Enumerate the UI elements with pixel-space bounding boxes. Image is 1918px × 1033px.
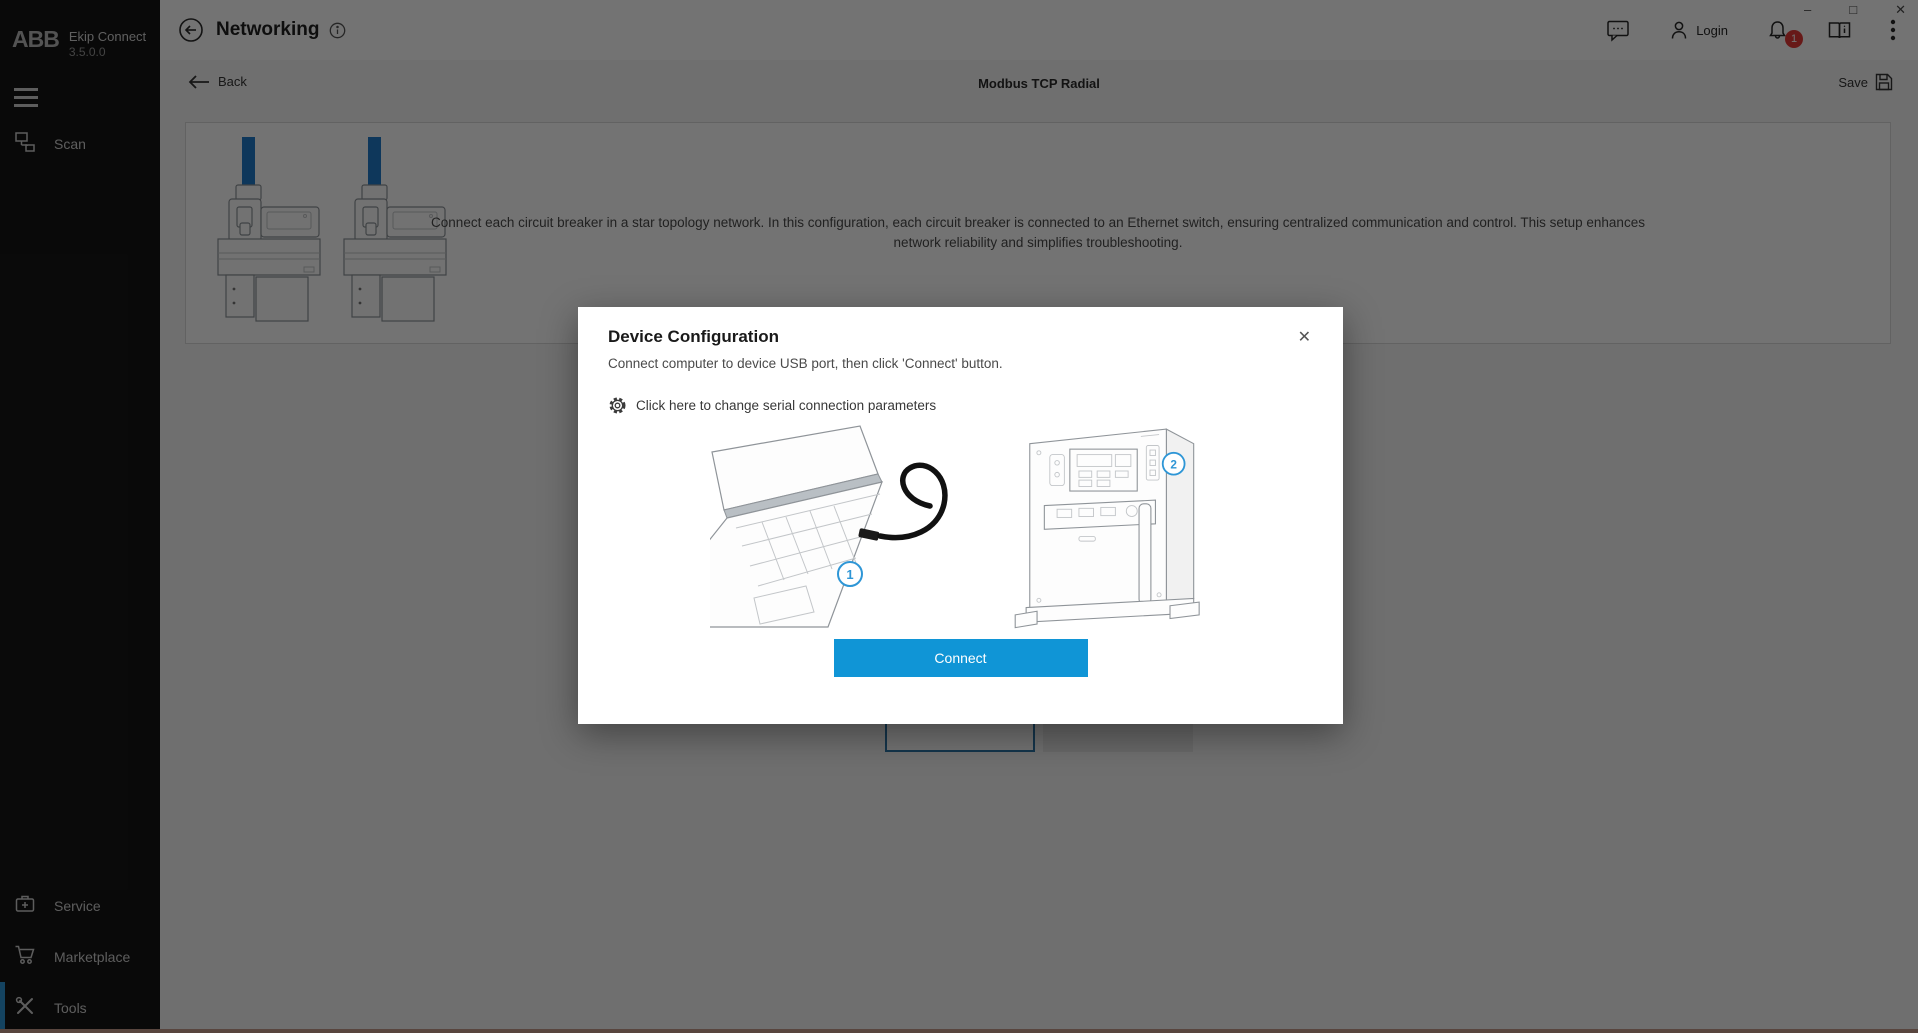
connection-illustration: 1: [608, 421, 1313, 633]
device-illustration: 2: [1006, 420, 1212, 634]
connect-button[interactable]: Connect: [834, 639, 1088, 677]
device-configuration-modal: Device Configuration ✕ Connect computer …: [578, 307, 1343, 724]
step-2-number: 2: [1170, 457, 1177, 471]
step-1-number: 1: [846, 567, 853, 582]
serial-link-label: Click here to change serial connection p…: [636, 398, 936, 413]
modal-close-icon[interactable]: ✕: [1296, 327, 1313, 347]
app-window: ABB Ekip Connect 3.5.0.0: [0, 0, 1918, 1033]
modal-subtitle: Connect computer to device USB port, the…: [608, 356, 1313, 371]
laptop-usb-illustration: 1: [710, 422, 960, 632]
modal-title: Device Configuration: [608, 327, 779, 347]
gear-icon: [608, 396, 627, 415]
serial-parameters-link[interactable]: Click here to change serial connection p…: [608, 396, 1313, 415]
